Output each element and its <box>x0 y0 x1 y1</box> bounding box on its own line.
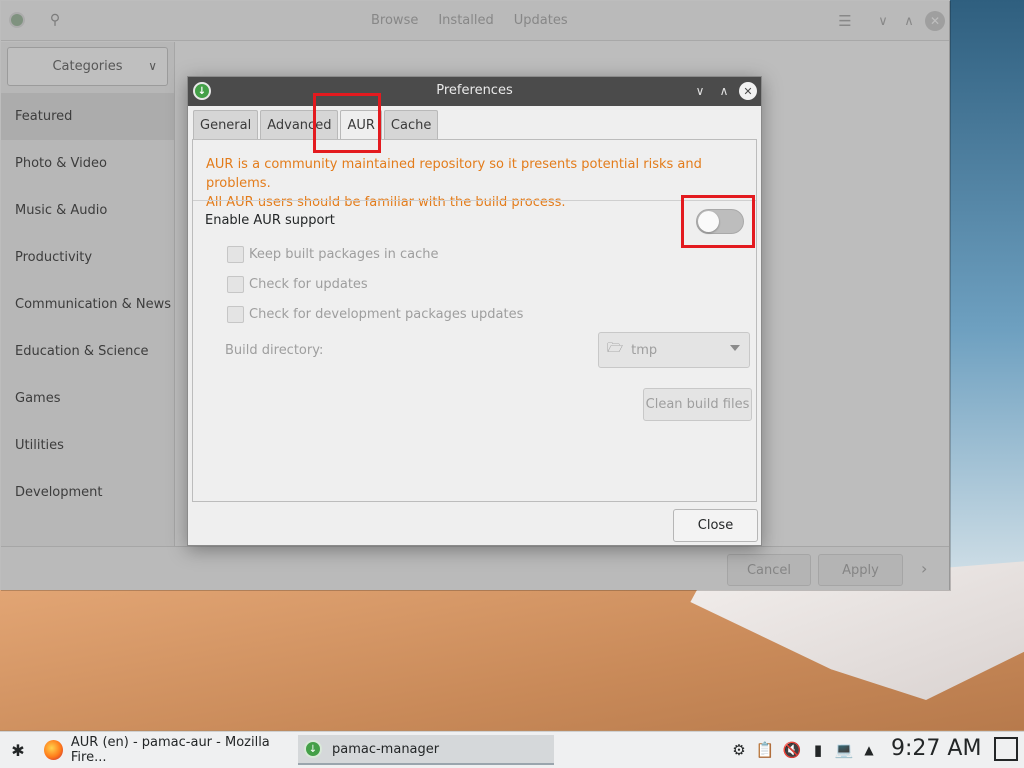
tab-general[interactable]: General <box>193 110 259 140</box>
aur-warning-line-1: AUR is a community maintained repository… <box>206 157 702 191</box>
build-directory-select[interactable]: 🗁 tmp <box>598 332 750 368</box>
maximize-icon[interactable]: ∧ <box>715 82 733 100</box>
enable-aur-label: Enable AUR support <box>205 213 335 228</box>
tray-expand-icon[interactable]: ▲ <box>861 738 877 762</box>
dialog-titlebar: ↓ Preferences ∨ ∧ ✕ <box>188 77 761 106</box>
option-label: Check for development packages updates <box>249 306 524 322</box>
volume-muted-icon[interactable]: 🔇 <box>781 738 803 762</box>
build-directory-value: tmp <box>631 342 658 358</box>
check-for-updates-option[interactable]: Check for updates <box>227 274 368 294</box>
network-icon[interactable]: 💻 <box>833 738 855 762</box>
usb-device-icon[interactable]: ▮ <box>809 738 827 762</box>
clipboard-icon[interactable]: 📋 <box>755 738 775 762</box>
firefox-icon <box>44 740 63 760</box>
pamac-icon: ↓ <box>304 740 322 758</box>
task-pamac-manager[interactable]: ↓ pamac-manager <box>298 735 554 765</box>
app-launcher-icon[interactable]: ✱ <box>6 738 30 762</box>
aur-settings-page: AUR is a community maintained repository… <box>192 139 757 502</box>
task-label: pamac-manager <box>332 741 440 757</box>
close-button[interactable]: Close <box>673 509 758 542</box>
checkbox[interactable] <box>227 305 244 323</box>
divider <box>193 200 756 201</box>
dialog-title: Preferences <box>436 83 513 98</box>
option-label: Keep built packages in cache <box>249 246 439 262</box>
folder-icon: 🗁 <box>607 341 624 356</box>
tab-cache[interactable]: Cache <box>383 110 439 140</box>
aur-warning-line-2: All AUR users should be familiar with th… <box>206 195 566 210</box>
clean-build-files-button[interactable]: Clean build files <box>643 388 752 421</box>
check-dev-updates-option[interactable]: Check for development packages updates <box>227 304 523 324</box>
option-label: Check for updates <box>249 276 368 292</box>
checkbox[interactable] <box>227 275 244 293</box>
build-directory-label: Build directory: <box>225 343 324 358</box>
network-tools-icon[interactable]: ⚙ <box>729 738 749 762</box>
task-label: AUR (en) - pamac-aur - Mozilla Fire... <box>70 735 270 765</box>
preferences-dialog: ↓ Preferences ∨ ∧ ✕ General Advanced AUR… <box>187 76 762 546</box>
minimize-icon[interactable]: ∨ <box>691 82 709 100</box>
task-firefox[interactable]: AUR (en) - pamac-aur - Mozilla Fire... <box>38 735 296 765</box>
aur-warning: AUR is a community maintained repository… <box>206 155 756 212</box>
keep-built-packages-option[interactable]: Keep built packages in cache <box>227 244 438 264</box>
show-desktop-icon[interactable] <box>994 737 1018 761</box>
checkbox[interactable] <box>227 245 244 263</box>
taskbar: ✱ AUR (en) - pamac-aur - Mozilla Fire...… <box>0 731 1024 768</box>
highlight-aur-tab <box>313 93 381 153</box>
highlight-aur-toggle <box>681 195 755 248</box>
clock[interactable]: 9:27 AM <box>891 736 981 761</box>
close-icon[interactable]: ✕ <box>739 82 757 100</box>
dropdown-arrow-icon <box>730 345 740 351</box>
